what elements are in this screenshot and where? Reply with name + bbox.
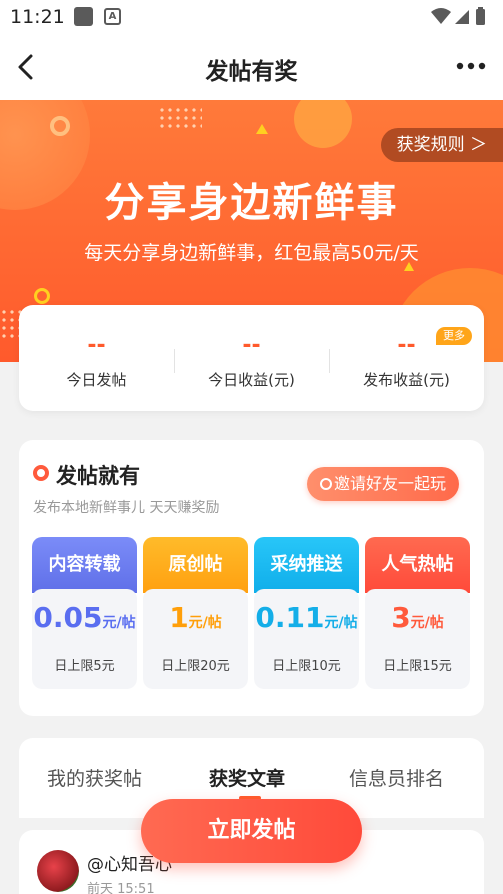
stats-card: -- 今日发帖 -- 今日收益(元) -- 发布收益(元) 更多 [19,305,484,411]
tile-price: 0.11元/帖 [254,601,359,634]
price-unit: 元/帖 [410,615,444,631]
decor-ring-small [34,288,50,304]
stat-today-earnings: -- 今日收益(元) [174,305,329,411]
avatar [37,850,79,892]
signal-battery-icon [431,7,485,25]
tile-body: 0.11元/帖 日上限10元 [254,589,359,689]
ring-bullet-icon [33,465,49,481]
tile-limit: 日上限5元 [54,659,115,674]
stat-value: -- [87,333,106,358]
rules-button[interactable]: 获奖规则 ＞ [380,128,503,162]
decor-circle-top [294,100,352,148]
tile-original[interactable]: 原创帖 1元/帖 日上限20元 [143,537,248,689]
price-unit: 元/帖 [102,615,136,631]
tile-limit: 日上限15元 [383,659,452,674]
tab-articles[interactable]: 获奖文章 [209,764,285,791]
tile-limit: 日上限20元 [161,659,230,674]
tile-limit: 日上限10元 [272,659,341,674]
tile-body: 3元/帖 日上限15元 [365,589,470,689]
invite-label: 邀请好友一起玩 [333,474,446,493]
price-value: 0.05 [33,601,103,634]
stat-post-earnings[interactable]: -- 发布收益(元) [329,305,484,411]
decor-triangle [256,124,268,134]
tile-title: 原创帖 [143,537,248,593]
tile-repost[interactable]: 内容转载 0.05元/帖 日上限5元 [32,537,137,689]
status-time: 11:21 [10,6,65,28]
tab-ranking[interactable]: 信息员排名 [349,764,444,791]
tab-my-posts[interactable]: 我的获奖帖 [47,764,142,791]
more-icon[interactable] [455,56,487,76]
tile-hot[interactable]: 人气热帖 3元/帖 日上限15元 [365,537,470,689]
post-time: 前天 15:51 [87,882,155,894]
tile-price: 3元/帖 [365,601,470,634]
decor-dots [158,106,202,128]
stat-label: 今日发帖 [66,371,127,389]
stat-today-posts: -- 今日发帖 [19,305,174,411]
stat-label: 今日收益(元) [208,371,295,389]
tile-title: 内容转载 [32,537,137,593]
tile-price: 0.05元/帖 [32,601,137,634]
price-value: 1 [169,601,189,634]
price-unit: 元/帖 [324,615,358,631]
post-rewards-card: 发帖就有 发布本地新鲜事儿 天天赚奖励 邀请好友一起玩 内容转载 0.05元/帖… [19,440,484,716]
tile-price: 1元/帖 [143,601,248,634]
price-unit: 元/帖 [188,615,222,631]
status-bar: 11:21 A [0,0,503,34]
invite-friends-button[interactable]: 邀请好友一起玩 [307,467,459,501]
decor-ring [50,116,70,136]
tile-title: 人气热帖 [365,537,470,593]
banner-title: 分享身边新鲜事 [104,180,399,226]
nav-bar: 发帖有奖 [0,34,503,100]
stat-label: 发布收益(元) [363,371,450,389]
page-title: 发帖有奖 [205,59,298,85]
banner-subtitle: 每天分享身边新鲜事，红包最高50元/天 [84,242,419,264]
app-notification-icon: A [104,8,121,25]
tile-body: 0.05元/帖 日上限5元 [32,589,137,689]
tile-body: 1元/帖 日上限20元 [143,589,248,689]
price-value: 0.11 [255,601,325,634]
section-title: 发帖就有 [56,464,140,488]
notification-icon [74,7,93,26]
reward-tiles: 内容转载 0.05元/帖 日上限5元 原创帖 1元/帖 日上限20元 采纳推送 … [32,537,471,689]
more-badge[interactable]: 更多 [436,327,472,345]
tile-adopted[interactable]: 采纳推送 0.11元/帖 日上限10元 [254,537,359,689]
stat-value: -- [242,333,261,358]
post-now-button[interactable]: 立即发帖 [141,799,362,863]
section-subtitle: 发布本地新鲜事儿 天天赚奖励 [33,500,220,516]
price-value: 3 [391,601,411,634]
user-icon [319,478,332,490]
tile-title: 采纳推送 [254,537,359,593]
